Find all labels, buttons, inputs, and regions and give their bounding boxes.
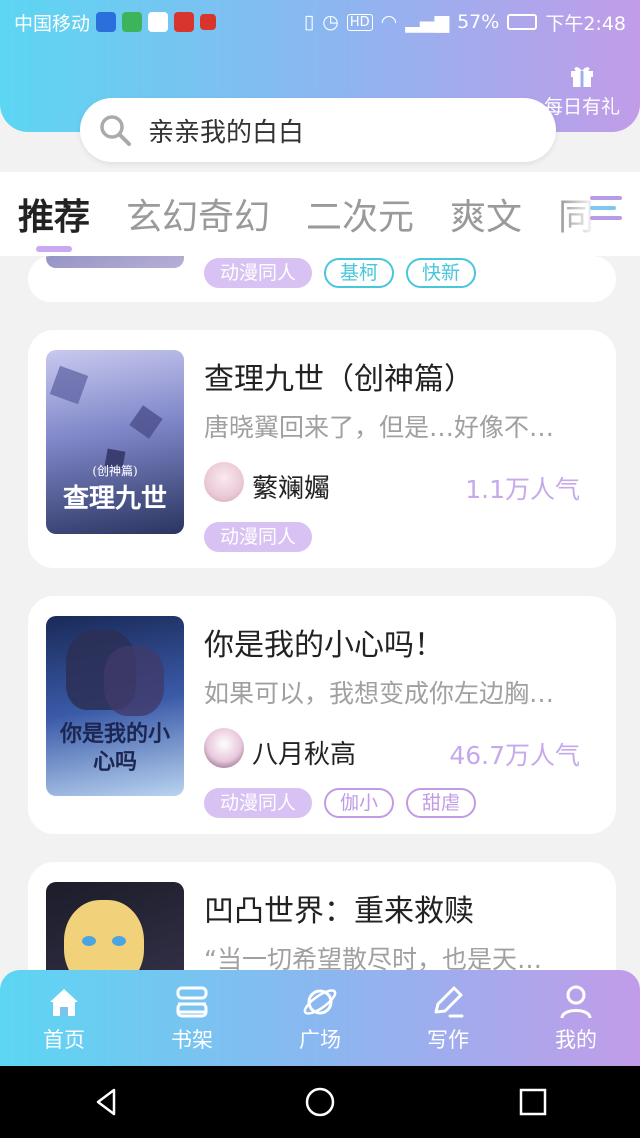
battery-percent: 57% [457,11,500,33]
book-card[interactable]: (创神篇) 查理九世 查理九世（创神篇） 唐晓翼回来了，但是…好像不… 蘩斓孎 … [28,330,616,568]
pen-icon [434,986,464,1018]
user-icon [560,985,592,1019]
popularity-count: 1.1万人气 [465,475,580,504]
bottom-nav: 首页 书架 广场 写作 我的 [0,970,640,1066]
chat-app-icon [122,12,143,32]
tag[interactable]: 甜虐 [406,788,477,818]
nav-home[interactable]: 首页 [0,970,128,1066]
nav-square[interactable]: 广场 [256,970,384,1066]
book-title[interactable]: 查理九世（创神篇） [204,354,474,398]
wifi-icon: ◠ [380,11,398,33]
nav-profile[interactable]: 我的 [512,970,640,1066]
tab-recommend[interactable]: 推荐 [18,188,90,240]
tag[interactable]: 伽小 [324,788,395,818]
huawei-icon [200,14,217,30]
home-button-icon[interactable] [303,1085,337,1119]
search-input[interactable]: 亲亲我的白白 [148,112,304,149]
nav-bookshelf-label: 书架 [171,1028,213,1052]
book-card[interactable]: 你是我的小心吗 你是我的小心吗！ 如果可以，我想变成你左边胸… 八月秋高 46.… [28,596,616,834]
book-cover [46,256,184,268]
bookshelf-icon [176,986,208,1018]
clock: 下午2:48 [545,12,626,35]
alarm-icon: ◷ [322,11,339,33]
tab-cool[interactable]: 爽文 [450,188,522,240]
status-bar: 中国移动 ▯ ◷ HD ◠ ▂▄▆ 57% 下午2:48 [0,0,640,44]
cover-title: 你是我的小心吗 [59,721,170,775]
nav-home-label: 首页 [43,1028,85,1052]
wechat-icon [148,12,169,32]
tag[interactable]: 基柯 [324,258,395,288]
book-title[interactable]: 凹凸世界：重来救赎 [204,886,474,930]
category-tabs: 推荐 玄幻奇幻 二次元 爽文 同人 [0,172,640,256]
daily-gift-button[interactable]: 每日有礼 [540,60,624,119]
nav-profile-label: 我的 [555,1028,597,1052]
app-store-icon [174,12,195,32]
tag[interactable]: 快新 [406,258,477,288]
book-title[interactable]: 你是我的小心吗！ [204,620,444,664]
nav-bookshelf[interactable]: 书架 [128,970,256,1066]
author-name[interactable]: 八月秋高 [252,734,356,771]
category-menu-icon[interactable] [588,190,624,226]
avatar[interactable] [204,462,244,502]
active-tab-indicator [36,246,72,252]
search-bar[interactable]: 亲亲我的白白 [80,98,556,162]
home-icon [50,989,78,1016]
tab-fantasy[interactable]: 玄幻奇幻 [126,188,270,240]
book-cover: 你是我的小心吗 [46,616,184,796]
cover-subtitle: (创神篇) [92,464,138,478]
book-description: 唐晓翼回来了，但是…好像不… [204,413,555,442]
vibrate-icon: ▯ [303,11,315,33]
hd-icon: HD [346,13,373,31]
search-icon [100,115,131,146]
back-icon[interactable] [90,1085,124,1119]
shield-app-icon [96,12,117,32]
recents-icon[interactable] [516,1085,550,1119]
battery-icon [507,14,538,30]
signal-icon: ▂▄▆ [405,11,450,33]
system-navigation-bar [0,1066,640,1138]
gift-icon [571,67,593,87]
tab-acg[interactable]: 二次元 [306,188,414,240]
book-description: 如果可以，我想变成你左边胸… [204,679,555,708]
book-cover: (创神篇) 查理九世 [46,350,184,534]
author-name[interactable]: 蘩斓孎 [252,468,330,505]
tag[interactable]: 动漫同人 [204,522,313,552]
tag[interactable]: 动漫同人 [204,258,313,288]
popularity-count: 46.7万人气 [449,741,580,770]
nav-write[interactable]: 写作 [384,970,512,1066]
tag[interactable]: 动漫同人 [204,788,313,818]
nav-square-label: 广场 [299,1028,341,1052]
cover-title: 查理九世 [62,484,167,514]
nav-write-label: 写作 [427,1028,469,1052]
carrier-label: 中国移动 [14,12,91,35]
planet-icon [303,989,337,1015]
avatar[interactable] [204,728,244,768]
book-card[interactable]: 动漫同人 基柯 快新 [28,256,616,302]
